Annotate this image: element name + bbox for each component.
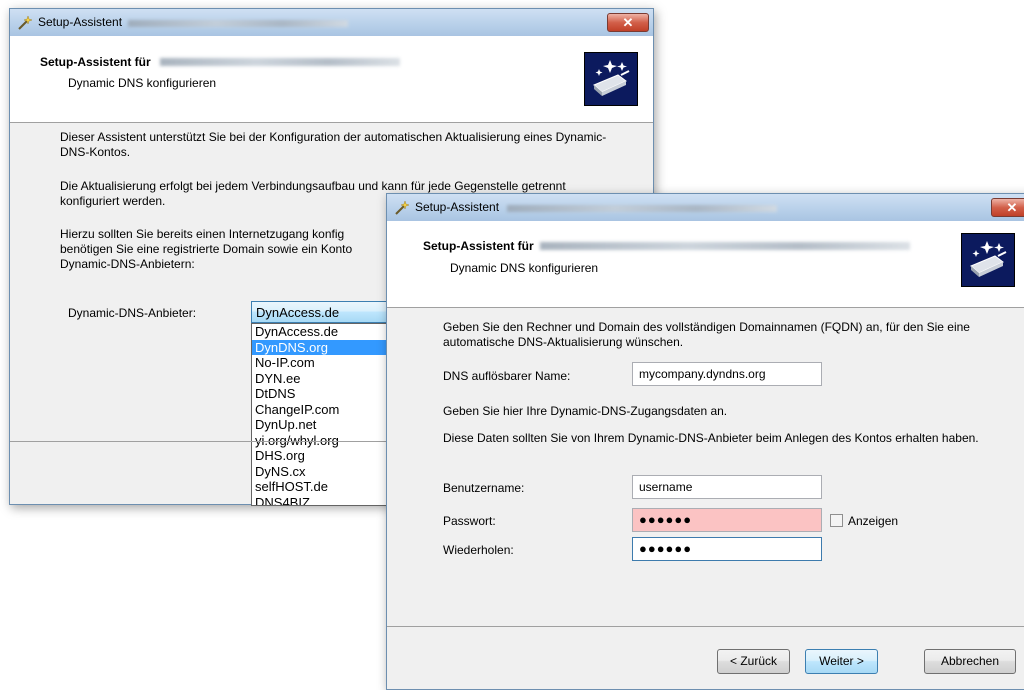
back-header-subtitle: Dynamic DNS konfigurieren <box>68 76 217 90</box>
repeat-password-label: Wiederholen: <box>443 543 514 557</box>
back-intro-text-1: Dieser Assistent unterstützt Sie bei der… <box>60 130 607 159</box>
redacted-device-name <box>540 242 910 250</box>
provider-option[interactable]: DNS4BIZ <box>252 495 400 506</box>
front-wizard-window: Setup-Assistent ✕ Setup-Assistent für Dy… <box>386 193 1024 690</box>
provider-dropdown-list[interactable]: DynAccess.de DynDNS.org No-IP.com DYN.ee DtD… <box>251 323 401 506</box>
show-password-checkbox[interactable] <box>830 514 843 527</box>
back-footer-separator <box>10 441 395 442</box>
front-window-title: Setup-Assistent <box>415 200 500 214</box>
password-label: Passwort: <box>443 514 496 528</box>
back-intro-text-3: Hierzu sollten Sie bereits einen Interne… <box>60 227 353 271</box>
provider-option[interactable]: ChangeIP.com <box>252 402 400 418</box>
back-window-title: Setup-Assistent <box>38 15 123 29</box>
cancel-button[interactable]: Abbrechen <box>924 649 1016 674</box>
front-footer-separator <box>387 626 1024 627</box>
credentials-note-text: Diese Daten sollten Sie von Ihrem Dynami… <box>443 431 979 445</box>
provider-option[interactable]: No-IP.com <box>252 355 400 371</box>
provider-label: Dynamic-DNS-Anbieter: <box>68 306 197 320</box>
provider-option[interactable]: DynDNS.org <box>252 339 400 355</box>
username-label: Benutzername: <box>443 481 525 495</box>
provider-combobox[interactable]: DynAccess.de <box>251 301 401 323</box>
provider-option[interactable]: DyNS.cx <box>252 464 400 480</box>
show-password-label[interactable]: Anzeigen <box>848 514 898 529</box>
redacted-title <box>128 20 348 27</box>
wizard-router-icon <box>584 52 638 106</box>
front-header-subtitle: Dynamic DNS konfigurieren <box>450 261 599 275</box>
back-header-title: Setup-Assistent für <box>40 55 151 69</box>
back-title-bar[interactable]: Setup-Assistent ✕ <box>10 9 653 37</box>
provider-option[interactable]: selfHOST.de <box>252 479 400 495</box>
front-header: Setup-Assistent für Dynamic DNS konfigur… <box>387 221 1024 308</box>
provider-combobox-value: DynAccess.de <box>256 305 340 320</box>
back-close-button[interactable]: ✕ <box>607 13 649 32</box>
username-input[interactable]: username <box>632 475 822 499</box>
back-header: Setup-Assistent für Dynamic DNS konfigur… <box>10 36 653 123</box>
front-close-button[interactable]: ✕ <box>991 198 1024 217</box>
password-input[interactable]: ●●●●●● <box>632 508 822 532</box>
credentials-intro-text: Geben Sie hier Ihre Dynamic-DNS-Zugangsd… <box>443 404 728 418</box>
magic-wand-icon <box>18 15 33 30</box>
repeat-password-input[interactable]: ●●●●●● <box>632 537 822 561</box>
provider-option[interactable]: DynUp.net <box>252 417 400 433</box>
dns-name-input[interactable]: mycompany.dyndns.org <box>632 362 822 386</box>
provider-option[interactable]: DHS.org <box>252 448 400 464</box>
provider-option[interactable]: DYN.ee <box>252 371 400 387</box>
back-button[interactable]: < Zurück <box>717 649 790 674</box>
front-title-bar[interactable]: Setup-Assistent ✕ <box>387 194 1024 222</box>
magic-wand-icon <box>395 200 410 215</box>
front-intro-text: Geben Sie den Rechner und Domain des vol… <box>443 320 970 349</box>
provider-option[interactable]: DynAccess.de <box>252 324 400 340</box>
provider-option[interactable]: DtDNS <box>252 386 400 402</box>
redacted-device-name <box>160 58 400 66</box>
next-button[interactable]: Weiter > <box>805 649 878 674</box>
dns-name-label: DNS auflösbarer Name: <box>443 369 571 383</box>
redacted-title <box>507 205 777 212</box>
front-header-title: Setup-Assistent für <box>423 239 534 253</box>
wizard-router-icon <box>961 233 1015 287</box>
